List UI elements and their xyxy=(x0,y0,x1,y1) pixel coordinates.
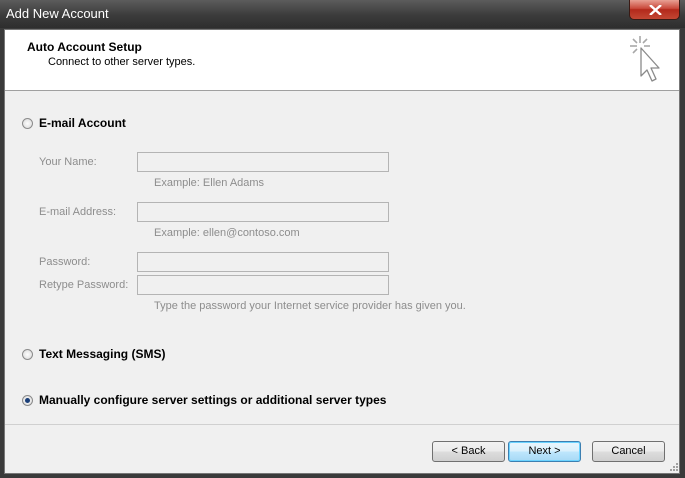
sms-radio[interactable] xyxy=(22,348,33,360)
email-account-radio[interactable] xyxy=(22,117,33,129)
your-name-input[interactable] xyxy=(137,152,389,172)
resize-grip-icon[interactable] xyxy=(669,462,679,472)
header-title: Auto Account Setup xyxy=(27,40,142,54)
cancel-button[interactable]: Cancel xyxy=(592,441,665,462)
password-input[interactable] xyxy=(137,252,389,272)
manual-config-radio[interactable] xyxy=(22,394,33,406)
title-bar[interactable]: Add New Account xyxy=(0,0,685,28)
add-new-account-dialog: Add New Account Auto Account Setup Conne… xyxy=(0,0,685,478)
header-panel: Auto Account Setup Connect to other serv… xyxy=(5,30,679,91)
back-button[interactable]: < Back xyxy=(432,441,505,462)
window-title: Add New Account xyxy=(6,6,109,21)
close-icon xyxy=(649,5,662,15)
retype-password-input[interactable] xyxy=(137,275,389,295)
sms-option[interactable]: Text Messaging (SMS) xyxy=(22,347,165,361)
email-account-option[interactable]: E-mail Account xyxy=(22,116,126,130)
close-button[interactable] xyxy=(629,0,680,20)
your-name-label: Your Name: xyxy=(39,156,97,168)
dialog-body: Auto Account Setup Connect to other serv… xyxy=(4,29,680,474)
retype-password-label: Retype Password: xyxy=(39,279,129,291)
your-name-example: Example: Ellen Adams xyxy=(154,177,265,189)
password-label: Password: xyxy=(39,256,91,268)
sparkle-cursor-icon xyxy=(630,36,660,82)
password-hint: Type the password your Internet service … xyxy=(154,300,466,312)
email-address-input[interactable] xyxy=(137,202,389,222)
manual-config-label: Manually configure server settings or ad… xyxy=(39,393,387,407)
email-address-label: E-mail Address: xyxy=(39,206,117,218)
footer-separator xyxy=(5,424,679,425)
sms-label: Text Messaging (SMS) xyxy=(39,347,166,361)
email-account-label: E-mail Account xyxy=(39,116,126,130)
header-subtitle: Connect to other server types. xyxy=(48,56,196,68)
manual-config-option[interactable]: Manually configure server settings or ad… xyxy=(22,393,386,407)
next-button[interactable]: Next > xyxy=(508,441,581,462)
email-address-example: Example: ellen@contoso.com xyxy=(154,227,300,239)
